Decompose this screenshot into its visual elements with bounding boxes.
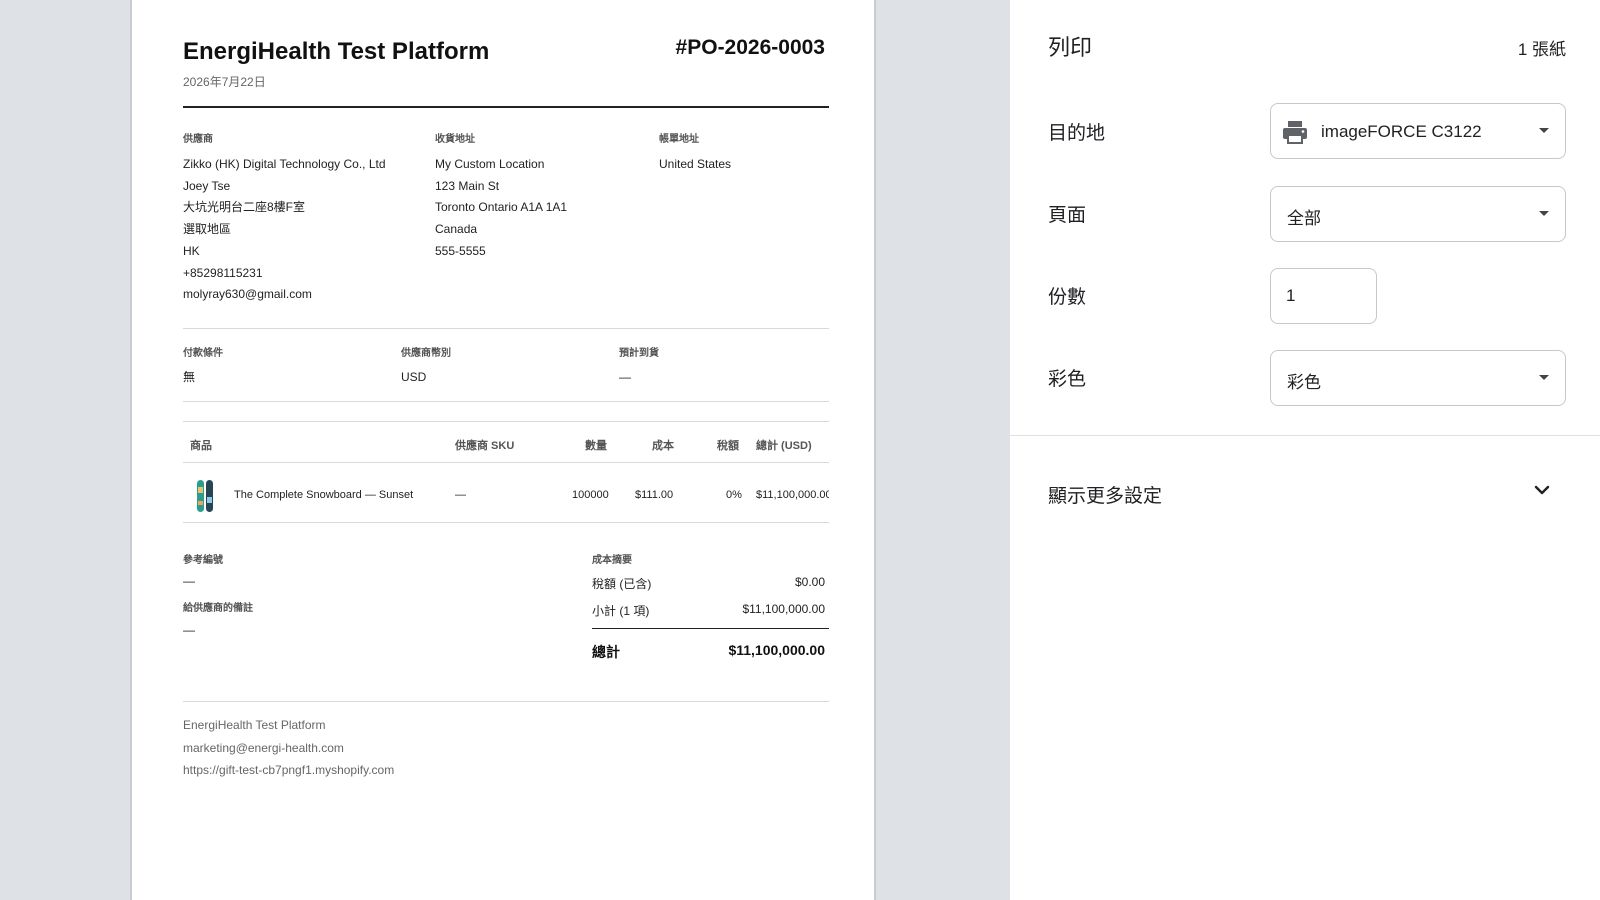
summary-total-label: 總計 (592, 644, 620, 660)
shipping-block: 收貨地址 My Custom Location 123 Main St Toro… (435, 130, 567, 263)
row-total: $11,100,000.00 (756, 489, 829, 501)
pages-select[interactable]: 全部 (1270, 186, 1566, 242)
color-select[interactable]: 彩色 (1270, 350, 1566, 406)
shipping-label: 收貨地址 (435, 134, 475, 145)
destination-select[interactable]: imageFORCE C3122 (1270, 103, 1566, 159)
document-page: EnergiHealth Test Platform 2026年7月22日 #P… (130, 0, 876, 900)
section-divider (183, 328, 829, 329)
shipping-line: My Custom Location (435, 157, 545, 171)
footer-url: https://gift-test-cb7pngf1.myshopify.com (183, 763, 395, 777)
supplier-label: 供應商 (183, 134, 213, 145)
supplier-block: 供應商 Zikko (HK) Digital Technology Co., L… (183, 130, 386, 306)
billing-label: 帳單地址 (659, 134, 699, 145)
print-preview-area: EnergiHealth Test Platform 2026年7月22日 #P… (0, 0, 1010, 900)
summary-tax-label: 稅額 (已含) (592, 577, 652, 591)
reference-label: 參考編號 (183, 555, 223, 566)
payment-terms: 付款條件 無 (183, 344, 223, 389)
summary-total-value: $11,100,000.00 (728, 642, 825, 658)
col-header-product: 商品 (190, 440, 212, 452)
destination-label: 目的地 (1048, 123, 1106, 144)
shipping-line: Toronto Ontario A1A 1A1 (435, 200, 568, 215)
dropdown-caret-icon (1539, 128, 1549, 133)
color-value: 彩色 (1287, 373, 1321, 392)
summary-subtotal-label: 小計 (1 項) (592, 604, 650, 618)
panel-divider (1010, 435, 1600, 436)
billing-line: United States (659, 157, 732, 171)
row-tax: 0% (726, 489, 742, 501)
supplier-line: molyray630@gmail.com (183, 287, 312, 302)
supplier-currency: 供應商幣別 USD (401, 344, 451, 389)
table-header-rule (183, 462, 829, 463)
row-qty: 100000 (572, 489, 609, 501)
billing-block: 帳單地址 United States (659, 130, 731, 176)
supplier-line: Zikko (HK) Digital Technology Co., Ltd (183, 157, 386, 171)
col-header-qty: 數量 (585, 440, 607, 452)
table-bottom-rule (183, 522, 829, 523)
section-divider (183, 401, 829, 402)
dropdown-caret-icon (1539, 375, 1549, 380)
row-product: The Complete Snowboard — Sunset (234, 489, 414, 501)
print-settings-panel: 列印 1 張紙 目的地 imageFORCE C3122 頁面 全部 份數 1 … (1010, 0, 1600, 900)
pages-label: 頁面 (1048, 205, 1087, 226)
sheet-count: 1 張紙 (1517, 40, 1566, 59)
footer-rule (183, 701, 829, 702)
store-title: EnergiHealth Test Platform (183, 38, 490, 65)
supplier-line: Joey Tse (183, 178, 231, 193)
expected-arrival-value: — (619, 370, 631, 384)
payment-terms-label: 付款條件 (183, 348, 223, 359)
copies-label: 份數 (1048, 287, 1087, 308)
summary-tax-value: $0.00 (794, 575, 825, 589)
row-sku: — (455, 489, 466, 501)
color-label: 彩色 (1048, 369, 1087, 390)
col-header-total: 總計 (USD) (756, 440, 812, 452)
supplier-currency-value: USD (401, 370, 427, 384)
col-header-tax: 稅額 (717, 440, 739, 452)
reference-value: — (183, 574, 195, 588)
summary-label: 成本摘要 (592, 555, 632, 566)
shipping-line: 123 Main St (435, 178, 500, 193)
supplier-line: +85298115231 (183, 265, 263, 280)
footer-store-name: EnergiHealth Test Platform (183, 718, 326, 732)
summary-rule (592, 628, 829, 629)
more-settings-toggle[interactable]: 顯示更多設定 (1048, 481, 1162, 508)
printer-icon (1283, 121, 1307, 144)
table-row: The Complete Snowboard — Sunset — 100000… (183, 470, 829, 522)
payment-terms-value: 無 (183, 370, 196, 384)
shipping-line: Canada (435, 222, 478, 237)
po-date: 2026年7月22日 (183, 75, 266, 89)
col-header-sku: 供應商 SKU (455, 440, 515, 452)
shipping-line: 555-5555 (435, 243, 486, 258)
destination-value: imageFORCE C3122 (1321, 122, 1482, 141)
table-top-rule (183, 421, 829, 422)
footer-email: marketing@energi-health.com (183, 741, 344, 755)
header-rule (183, 106, 829, 108)
supplier-line: HK (183, 243, 200, 258)
supplier-currency-label: 供應商幣別 (401, 348, 451, 359)
expected-arrival-label: 預計到貨 (619, 348, 659, 359)
chevron-down-icon[interactable] (1532, 483, 1552, 497)
supplier-note-label: 給供應商的備註 (183, 603, 253, 614)
summary-subtotal-value: $11,100,000.00 (742, 602, 825, 616)
row-cost: $111.00 (635, 489, 674, 501)
supplier-line: 大坑光明台二座8樓F室 (183, 200, 306, 215)
po-number: #PO-2026-0003 (675, 36, 825, 59)
supplier-line: 選取地區 (183, 222, 232, 237)
copies-input[interactable]: 1 (1270, 268, 1377, 324)
dropdown-caret-icon (1539, 211, 1549, 216)
supplier-note-value: — (183, 623, 195, 637)
expected-arrival: 預計到貨 — (619, 344, 659, 389)
print-dialog-title: 列印 (1048, 35, 1093, 60)
pages-value: 全部 (1287, 209, 1321, 228)
col-header-cost: 成本 (652, 440, 674, 452)
